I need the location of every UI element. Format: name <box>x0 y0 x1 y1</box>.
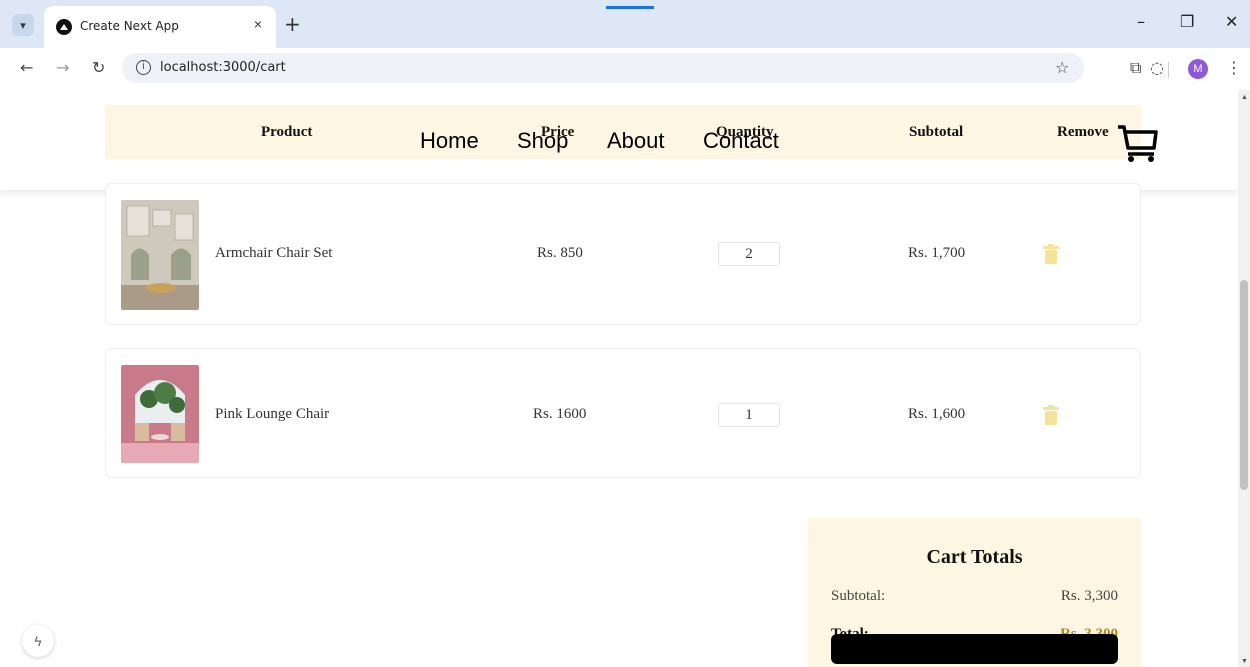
back-icon[interactable]: ← <box>20 58 33 77</box>
tab-title: Create Next App <box>80 19 179 33</box>
nav-shop-link[interactable]: Shop <box>517 128 568 154</box>
product-name: Pink Lounge Chair <box>215 406 330 422</box>
quantity-input[interactable]: 2 <box>718 242 780 266</box>
browser-toolbar: ← → ↻ i localhost:3000/cart ☆ ⧉ ◌ M ⋮ <box>0 48 1250 90</box>
shopping-cart-icon[interactable] <box>1116 124 1160 164</box>
profile-avatar[interactable]: M <box>1188 59 1208 79</box>
nav-contact-link[interactable]: Contact <box>703 128 779 154</box>
quantity-input[interactable]: 1 <box>718 403 780 427</box>
product-price: Rs. 850 <box>537 245 583 261</box>
trash-icon[interactable] <box>1043 244 1059 264</box>
scroll-down-arrow-icon[interactable]: ▼ <box>1241 658 1248 665</box>
product-subtotal: Rs. 1,600 <box>908 406 966 422</box>
browser-tab-bar: ▾ Create Next App × + – ❐ ✕ <box>0 0 1250 48</box>
scroll-up-arrow-icon[interactable]: ▲ <box>1241 94 1248 101</box>
cart-item-row: Armchair Chair Set Rs. 850 2 Rs. 1,700 <box>105 183 1141 325</box>
site-navbar: Home Shop About Contact <box>0 90 1238 190</box>
restore-icon[interactable]: ❐ <box>1180 12 1194 31</box>
minimize-icon[interactable]: – <box>1137 12 1145 31</box>
toolbar-divider <box>1168 62 1169 78</box>
nav-home-link[interactable]: Home <box>420 128 479 154</box>
scrollbar-thumb[interactable] <box>1240 280 1248 490</box>
page-content: Product Price Quantity Subtotal Remove H… <box>0 90 1238 667</box>
tab-search-dropdown-icon[interactable]: ▾ <box>12 14 34 36</box>
checkout-button[interactable] <box>831 634 1118 664</box>
site-info-icon[interactable]: i <box>136 60 151 75</box>
new-tab-button[interactable]: + <box>284 12 301 36</box>
nav-about-link[interactable]: About <box>607 128 665 154</box>
address-bar[interactable]: i localhost:3000/cart <box>122 53 1084 83</box>
reload-icon[interactable]: ↻ <box>92 58 105 77</box>
close-window-icon[interactable]: ✕ <box>1225 12 1238 31</box>
product-subtotal: Rs. 1,700 <box>908 245 966 261</box>
cart-totals-panel: Cart Totals Subtotal: Rs. 3,300 Total: R… <box>808 518 1141 667</box>
nextjs-favicon-icon <box>56 19 72 35</box>
page-scrollbar[interactable]: ▲ ▼ <box>1238 90 1250 667</box>
nextjs-dev-tools-icon[interactable]: ϟ <box>22 625 54 657</box>
subtotal-value: Rs. 3,300 <box>1060 588 1118 604</box>
menu-kebab-icon[interactable]: ⋮ <box>1226 58 1242 77</box>
cart-totals-title: Cart Totals <box>926 546 1023 568</box>
browser-tab[interactable]: Create Next App × <box>44 6 276 48</box>
bookmark-star-icon[interactable]: ☆ <box>1055 58 1069 77</box>
product-price: Rs. 1600 <box>533 406 587 422</box>
cart-item-row: Pink Lounge Chair Rs. 1600 1 Rs. 1,600 <box>105 348 1141 478</box>
trash-icon[interactable] <box>1043 405 1059 425</box>
tab-close-icon[interactable]: × <box>254 16 262 32</box>
product-image-armchair <box>121 200 199 310</box>
product-name: Armchair Chair Set <box>215 245 333 261</box>
subtotal-label: Subtotal: <box>831 588 886 604</box>
extensions-icon[interactable]: ⧉ <box>1130 58 1141 78</box>
forward-icon[interactable]: → <box>56 58 69 77</box>
url-text: localhost:3000/cart <box>160 60 286 75</box>
product-image-pink-lounge <box>121 365 199 463</box>
performance-icon[interactable]: ◌ <box>1150 58 1164 77</box>
loading-indicator <box>606 6 654 9</box>
